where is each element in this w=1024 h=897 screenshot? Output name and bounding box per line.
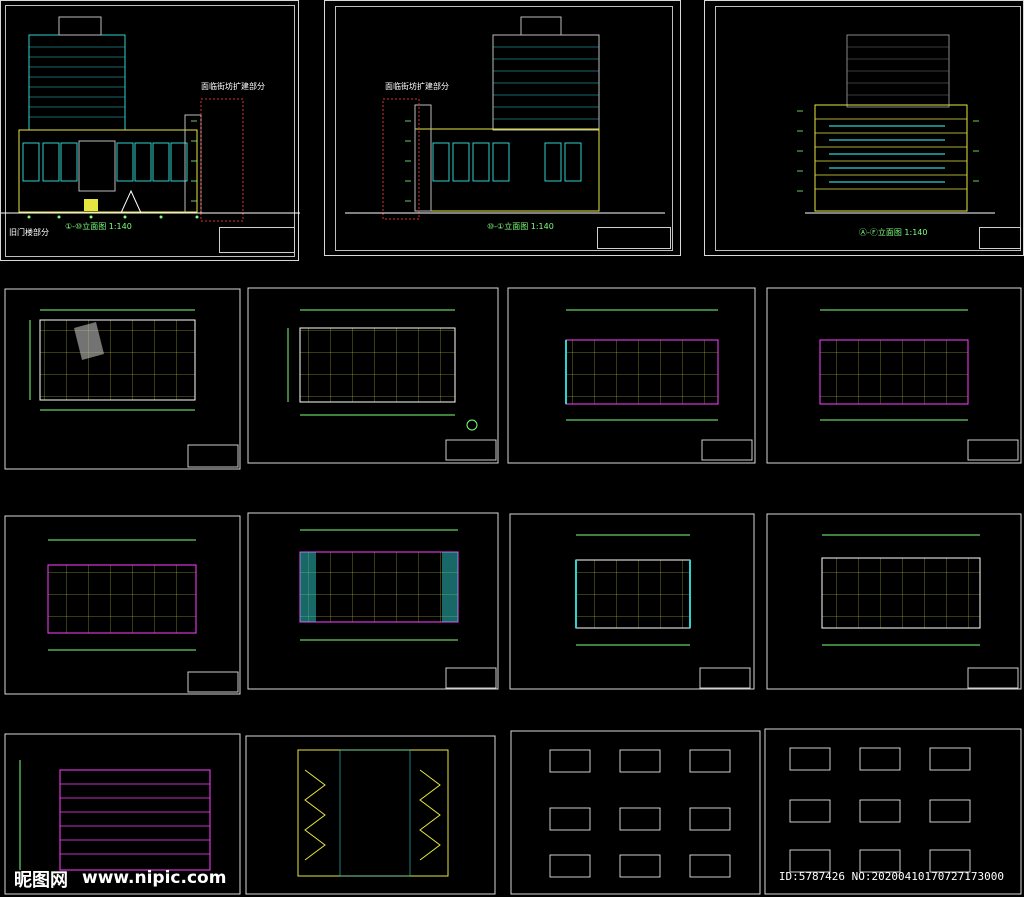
floor-plan-sheets [4, 287, 1022, 895]
nipic-url[interactable]: www.nipic.com [82, 868, 226, 888]
plan-sheet-7 [509, 513, 755, 690]
section-sheet-2 [245, 735, 496, 895]
plan-sheet-4 [766, 287, 1022, 464]
plan-sheet-1 [4, 288, 241, 470]
plan-sheet-5 [4, 515, 241, 695]
nipic-logo: 昵图网 [14, 870, 68, 891]
plan-sheet-2 [247, 287, 499, 464]
stair-detail-sheet-1 [510, 730, 761, 895]
image-id-watermark: ID:5787426 NO:20200410170727173000 [778, 870, 1004, 883]
plan-sheet-6 [247, 512, 499, 690]
plan-sheet-3 [507, 287, 756, 464]
plan-sheet-8 [766, 513, 1022, 690]
